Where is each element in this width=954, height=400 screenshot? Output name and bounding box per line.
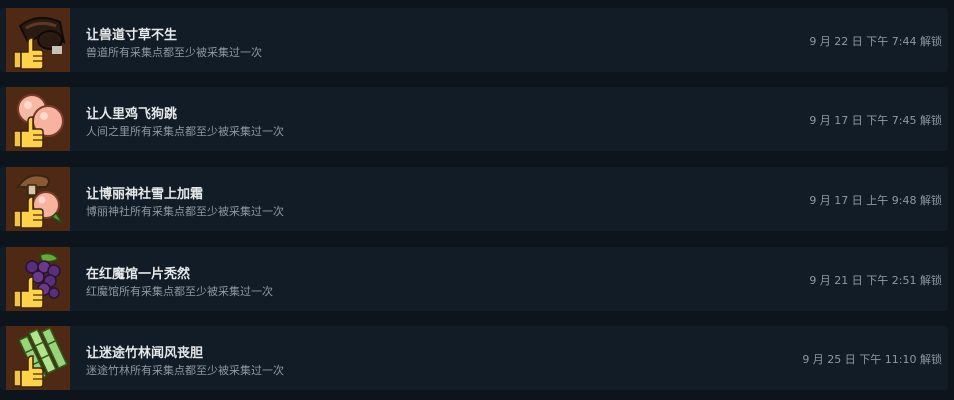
- achievement-description: 红魔馆所有采集点都至少被采集过一次: [86, 285, 273, 298]
- achievement-description: 博丽神社所有采集点都至少被采集过一次: [86, 205, 284, 218]
- achievement-title: 在红魔馆一片秃然: [86, 267, 191, 282]
- unlock-time: 9 月 22 日 下午 7:44 解锁: [809, 35, 942, 48]
- thumbs-up-grapes-icon: [6, 247, 70, 311]
- achievement-title: 让博丽神社雪上加霜: [86, 187, 204, 202]
- unlock-time: 9 月 25 日 下午 11:10 解锁: [802, 353, 942, 366]
- achievement-row: 让兽道寸草不生 兽道所有采集点都至少被采集过一次 9 月 22 日 下午 7:4…: [0, 8, 948, 72]
- achievement-title: 让兽道寸草不生: [86, 28, 178, 43]
- achievement-row: 让博丽神社雪上加霜 博丽神社所有采集点都至少被采集过一次 9 月 17 日 上午…: [0, 167, 948, 231]
- achievement-row: 在红魔馆一片秃然 红魔馆所有采集点都至少被采集过一次 9 月 21 日 下午 2…: [0, 247, 948, 311]
- achievement-description: 人间之里所有采集点都至少被采集过一次: [86, 125, 284, 138]
- thumbs-up-bamboo-icon: [6, 326, 70, 390]
- achievement-row: 让人里鸡飞狗跳 人间之里所有采集点都至少被采集过一次 9 月 17 日 下午 7…: [0, 87, 948, 151]
- achievement-description: 兽道所有采集点都至少被采集过一次: [86, 46, 262, 59]
- achievement-row: 让迷途竹林闻风丧胆 迷途竹林所有采集点都至少被采集过一次 9 月 25 日 下午…: [0, 326, 948, 390]
- unlock-time: 9 月 17 日 下午 7:45 解锁: [809, 114, 942, 127]
- unlock-time: 9 月 21 日 下午 2:51 解锁: [809, 274, 942, 287]
- achievement-title: 让人里鸡飞狗跳: [86, 107, 178, 122]
- thumbs-up-peach-icon: [6, 87, 70, 151]
- thumbs-up-mushroom-peach-icon: [6, 167, 70, 231]
- achievement-description: 迷途竹林所有采集点都至少被采集过一次: [86, 364, 284, 377]
- thumbs-up-leather-belt-icon: [6, 8, 70, 72]
- achievement-list: 让兽道寸草不生 兽道所有采集点都至少被采集过一次 9 月 22 日 下午 7:4…: [0, 0, 954, 400]
- achievement-title: 让迷途竹林闻风丧胆: [86, 346, 204, 361]
- unlock-time: 9 月 17 日 上午 9:48 解锁: [809, 194, 942, 207]
